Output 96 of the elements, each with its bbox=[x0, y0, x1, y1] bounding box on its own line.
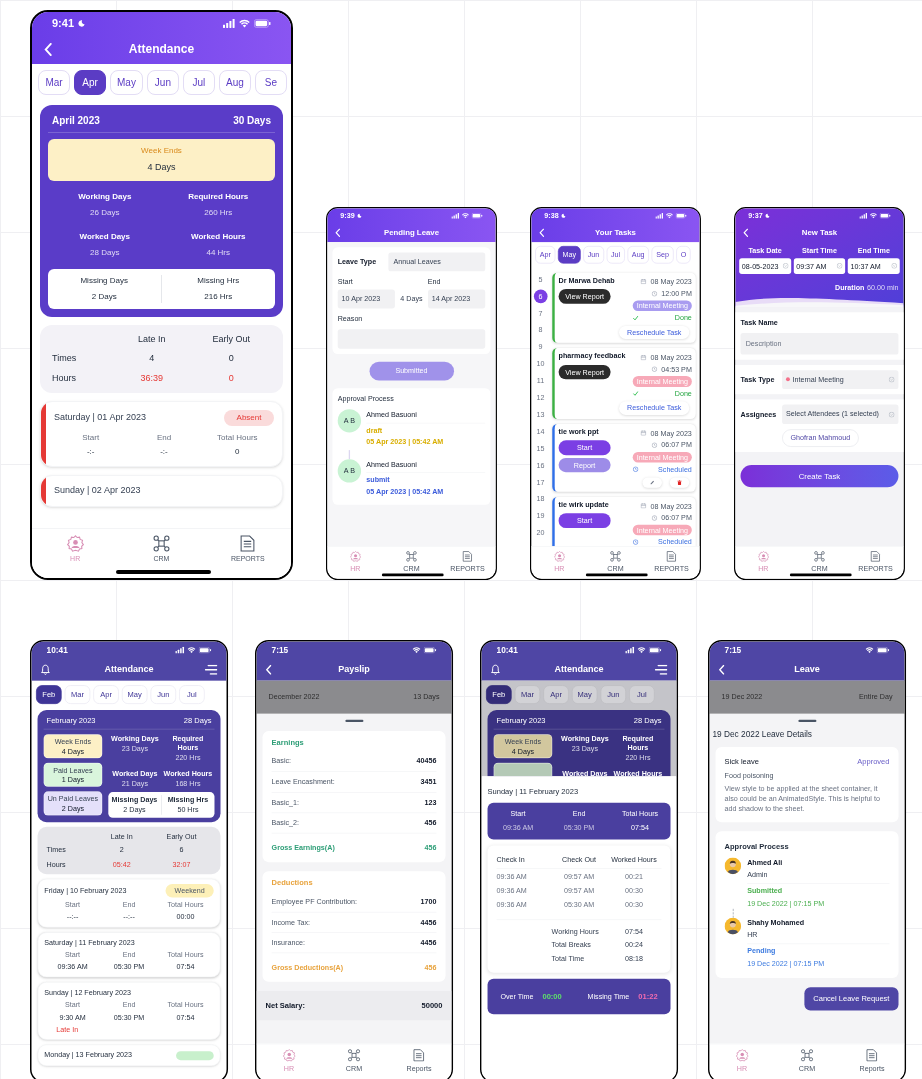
stat-value: 44 Hrs bbox=[205, 246, 232, 259]
stat-label: Required Hours bbox=[187, 190, 250, 203]
month-tab[interactable]: Apr bbox=[74, 70, 106, 95]
moon-icon bbox=[357, 213, 362, 218]
stat-value: 260 Hrs bbox=[203, 206, 234, 219]
highlight-value: 4 Days bbox=[147, 161, 176, 174]
stat-label: Worked Days bbox=[78, 230, 131, 243]
stat-value: 2 Days bbox=[90, 290, 118, 303]
month-tab[interactable]: Mar bbox=[38, 70, 70, 95]
pencil-icon bbox=[649, 479, 655, 485]
back-icon[interactable] bbox=[265, 664, 272, 675]
screen-title: Attendance bbox=[127, 41, 196, 58]
row-label: Times bbox=[52, 352, 78, 365]
month-tab[interactable]: Jun bbox=[146, 70, 179, 95]
menu-icon[interactable] bbox=[204, 664, 218, 675]
column-header: End bbox=[155, 432, 173, 444]
battery-icon bbox=[198, 646, 212, 654]
connector-line bbox=[348, 449, 351, 459]
sheet-handle bbox=[345, 719, 364, 723]
screen-title: Attendance bbox=[553, 663, 605, 677]
sheet-handle bbox=[798, 719, 817, 723]
avatar-icon bbox=[724, 857, 742, 875]
column-header: Start bbox=[81, 432, 101, 444]
signal-icon bbox=[859, 212, 868, 219]
wifi-icon bbox=[637, 646, 646, 654]
avatar-icon bbox=[724, 917, 742, 935]
stat-value: 26 Days bbox=[89, 206, 121, 219]
document-icon bbox=[239, 535, 257, 552]
signal-icon bbox=[223, 18, 235, 28]
wifi-icon bbox=[412, 646, 421, 654]
stat-label: Worked Hours bbox=[190, 230, 247, 243]
highlight-label: Week Ends bbox=[141, 145, 182, 157]
wifi-icon bbox=[865, 646, 874, 654]
trash-icon bbox=[676, 479, 683, 485]
home-indicator bbox=[381, 573, 444, 577]
month-tab[interactable]: May bbox=[110, 70, 143, 95]
month-tab[interactable]: Se bbox=[254, 70, 287, 95]
row-label: Hours bbox=[52, 371, 77, 385]
value-text: 0 bbox=[227, 371, 235, 385]
value-text: -:- bbox=[85, 446, 96, 458]
screen-title: Leave bbox=[793, 663, 821, 677]
signal-icon bbox=[655, 212, 664, 219]
month-tab[interactable]: Jul bbox=[182, 70, 215, 95]
wifi-icon bbox=[461, 212, 469, 219]
battery-icon bbox=[879, 212, 891, 219]
status-time: 10:41 bbox=[496, 644, 518, 656]
delete-button[interactable] bbox=[669, 477, 690, 488]
battery-icon bbox=[675, 212, 687, 219]
value-text: 4 bbox=[148, 352, 156, 365]
value-text: -:- bbox=[159, 446, 169, 458]
home-indicator bbox=[585, 573, 648, 577]
status-time: 7:15 bbox=[724, 644, 742, 656]
moon-icon bbox=[561, 213, 566, 218]
status-time: 10:41 bbox=[46, 644, 68, 656]
status-badge: Absent bbox=[224, 410, 274, 426]
day-title: Sunday | 02 Apr 2023 bbox=[54, 484, 141, 497]
signal-icon bbox=[625, 646, 635, 654]
day-count: 30 Days bbox=[233, 114, 271, 128]
stat-label: Missing Days bbox=[79, 274, 130, 287]
moon-icon bbox=[765, 213, 770, 218]
moon-icon bbox=[78, 19, 86, 27]
sheet-heading: 19 Dec 2022 Leave Details bbox=[711, 728, 813, 741]
day-title: Saturday | 01 Apr 2023 bbox=[54, 411, 146, 425]
signal-icon bbox=[451, 212, 460, 219]
home-indicator bbox=[789, 573, 852, 577]
signal-icon bbox=[175, 646, 185, 654]
stat-label: Working Days bbox=[77, 190, 133, 203]
wifi-icon bbox=[187, 646, 196, 654]
month-tab[interactable]: Aug bbox=[218, 70, 251, 95]
wifi-icon bbox=[239, 18, 250, 28]
column-header: Late In bbox=[137, 332, 167, 346]
column-header: Early Out bbox=[211, 332, 251, 346]
status-time: 7:15 bbox=[271, 644, 289, 656]
back-icon[interactable] bbox=[718, 664, 725, 675]
stat-label: Missing Hrs bbox=[196, 274, 241, 287]
network-icon bbox=[153, 535, 170, 552]
screen-title: Attendance bbox=[103, 663, 155, 677]
battery-icon bbox=[254, 18, 271, 28]
stat-value: 216 Hrs bbox=[203, 290, 234, 303]
value-text: 0 bbox=[227, 352, 235, 365]
month-title: April 2023 bbox=[52, 114, 100, 128]
battery-icon bbox=[876, 646, 890, 654]
stat-value: 28 Days bbox=[89, 246, 121, 259]
value-text: 0 bbox=[234, 446, 241, 458]
back-icon[interactable] bbox=[44, 42, 52, 56]
wifi-icon bbox=[665, 212, 673, 219]
status-time: 9:41 bbox=[52, 15, 75, 31]
menu-icon[interactable] bbox=[654, 664, 668, 675]
person-gear-icon bbox=[66, 535, 84, 552]
screen-title: Payslip bbox=[337, 663, 371, 677]
battery-icon bbox=[648, 646, 662, 654]
battery-icon bbox=[423, 646, 437, 654]
wifi-icon bbox=[869, 212, 877, 219]
value-text: 36:39 bbox=[139, 371, 164, 385]
battery-icon bbox=[471, 212, 483, 219]
column-header: Total Hours bbox=[216, 432, 259, 444]
